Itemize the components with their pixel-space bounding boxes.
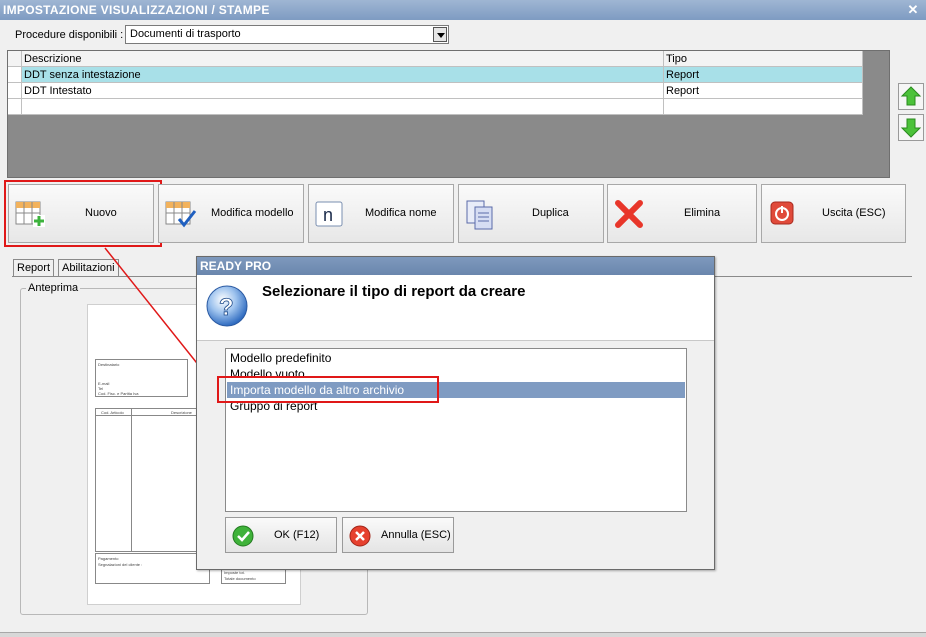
- row-indicator[interactable]: [8, 67, 22, 83]
- paper-text: Cod. Articolo: [101, 410, 124, 415]
- preview-label: Anteprima: [26, 282, 81, 294]
- edit-grid-icon: [165, 201, 197, 228]
- grid-header-tipo[interactable]: Tipo: [664, 51, 863, 67]
- rename-icon: n: [315, 201, 343, 227]
- selection-highlight-box: [217, 376, 439, 403]
- window-title-bar: IMPOSTAZIONE VISUALIZZAZIONI / STAMPE: [0, 0, 926, 20]
- report-type-list[interactable]: Modello predefinito Modello vuoto Import…: [225, 348, 687, 512]
- svg-text:?: ?: [219, 294, 234, 321]
- procedure-select[interactable]: Documenti di trasporto: [125, 25, 449, 44]
- close-icon[interactable]: ✕: [906, 0, 920, 20]
- grid-header-descrizione[interactable]: Descrizione: [22, 51, 664, 67]
- modifica-modello-button[interactable]: Modifica modello: [158, 184, 304, 243]
- paper-text: Pagamento: [98, 556, 119, 561]
- modifica-nome-label: Modifica nome: [365, 207, 437, 219]
- dialog-header: ? Selezionare il tipo di report da crear…: [197, 275, 714, 341]
- ok-label: OK (F12): [274, 529, 320, 541]
- modifica-nome-button[interactable]: n Modifica nome: [308, 184, 454, 243]
- table-row-empty[interactable]: [664, 99, 863, 115]
- procedure-select-value: Documenti di trasporto: [130, 28, 241, 40]
- cancel-button[interactable]: Annulla (ESC): [342, 517, 454, 553]
- move-up-button[interactable]: [898, 83, 924, 110]
- paper-text: Destinatario: [98, 362, 120, 367]
- report-grid[interactable]: Descrizione Tipo DDT senza intestazione …: [7, 50, 890, 178]
- paper-text: Descrizione: [171, 410, 192, 415]
- dialog-title-bar: READY PRO: [197, 257, 714, 275]
- payment-box: Pagamento Segnalazioni del cliente :: [95, 553, 210, 584]
- svg-text:n: n: [323, 205, 333, 225]
- procedure-label: Procedure disponibili :: [15, 29, 124, 41]
- cancel-label: Annulla (ESC): [381, 529, 451, 541]
- modifica-modello-label: Modifica modello: [211, 207, 294, 219]
- arrow-up-icon: [900, 86, 922, 106]
- ok-button[interactable]: OK (F12): [225, 517, 337, 553]
- dialog-title: READY PRO: [200, 259, 272, 273]
- duplicate-icon: [466, 200, 493, 230]
- table-row-cell[interactable]: DDT senza intestazione: [22, 67, 664, 83]
- arrow-down-icon: [900, 118, 922, 138]
- delete-x-icon: [615, 200, 643, 228]
- row-indicator[interactable]: [8, 83, 22, 99]
- grid-corner: [8, 51, 22, 67]
- tab-abilitazioni[interactable]: Abilitazioni: [58, 259, 119, 277]
- move-down-button[interactable]: [898, 114, 924, 141]
- uscita-label: Uscita (ESC): [822, 207, 886, 219]
- paper-text: Segnalazioni del cliente :: [98, 562, 143, 567]
- highlight-box: [4, 180, 162, 247]
- table-row-cell[interactable]: Report: [664, 83, 863, 99]
- paper-text: Imposte tot.: [224, 570, 245, 575]
- power-icon: [770, 201, 794, 225]
- elimina-button[interactable]: Elimina: [607, 184, 757, 243]
- table-row-cell[interactable]: DDT Intestato: [22, 83, 664, 99]
- paper-text: Cod. Fisc. e Partita Iva: [98, 391, 139, 396]
- duplica-label: Duplica: [532, 207, 569, 219]
- tab-report[interactable]: Report: [13, 259, 55, 277]
- table-row-cell[interactable]: Report: [664, 67, 863, 83]
- check-icon: [232, 525, 254, 547]
- question-icon: ?: [206, 285, 248, 327]
- list-item[interactable]: Modello predefinito: [227, 350, 685, 366]
- cancel-icon: [349, 525, 371, 547]
- duplica-button[interactable]: Duplica: [458, 184, 604, 243]
- status-strip: [0, 632, 926, 637]
- row-indicator[interactable]: [8, 99, 22, 115]
- addressee-box: Destinatario E-mail Tel Cod. Fisc. e Par…: [95, 359, 188, 397]
- window-title: IMPOSTAZIONE VISUALIZZAZIONI / STAMPE: [3, 3, 270, 17]
- chevron-down-icon[interactable]: [433, 27, 447, 42]
- grid-scroll-area: [863, 51, 889, 177]
- paper-text: Totale documento: [224, 576, 256, 581]
- table-row-empty[interactable]: [22, 99, 664, 115]
- uscita-button[interactable]: Uscita (ESC): [761, 184, 906, 243]
- elimina-label: Elimina: [684, 207, 721, 219]
- report-type-dialog: READY PRO ? Selezionare il tipo di repor…: [196, 256, 715, 570]
- dialog-question: Selezionare il tipo di report da creare: [262, 283, 526, 300]
